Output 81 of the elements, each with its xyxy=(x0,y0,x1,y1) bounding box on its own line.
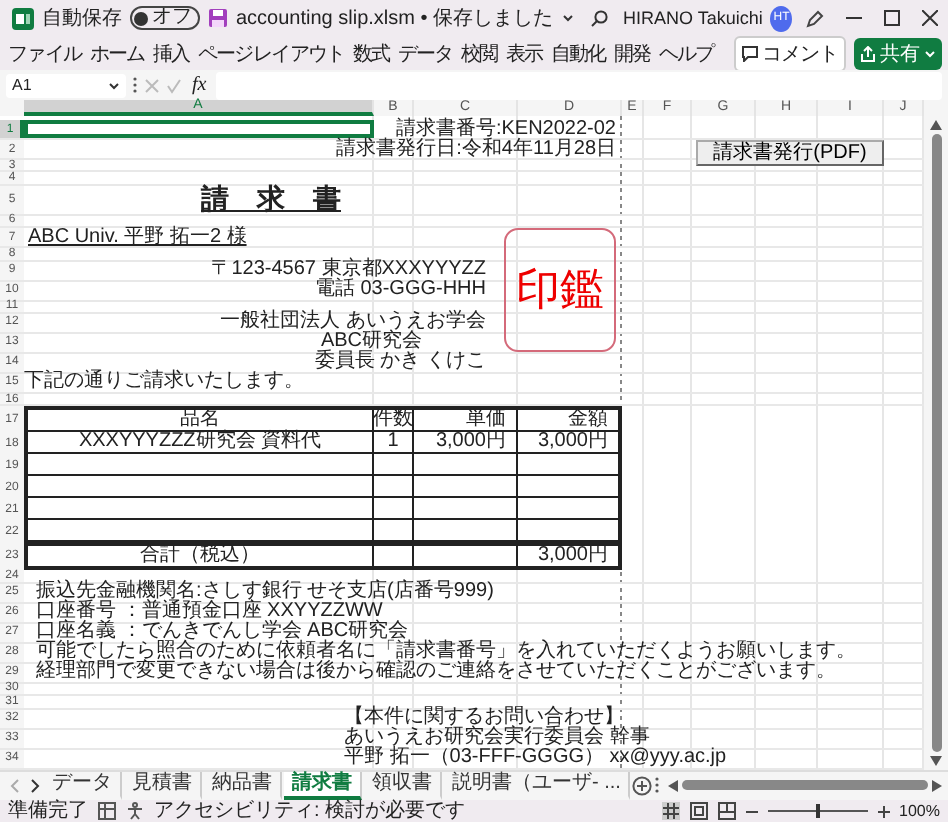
scroll-right-icon[interactable] xyxy=(932,779,942,792)
table-cell xyxy=(414,498,518,521)
add-sheet-icon[interactable] xyxy=(632,775,653,796)
menu-item[interactable]: 挿入 xyxy=(152,39,190,67)
table-cell xyxy=(518,520,622,543)
chevron-down-icon[interactable] xyxy=(561,12,574,24)
accessibility-icon[interactable] xyxy=(126,802,144,821)
spreadsheet-app-icon xyxy=(12,7,34,29)
table-cell xyxy=(518,476,622,499)
menu-item[interactable]: 校閲 xyxy=(460,39,498,67)
user-name: HIRANO Takuichi xyxy=(623,8,763,28)
formula-input[interactable] xyxy=(216,71,942,99)
normal-view-icon[interactable] xyxy=(661,802,680,821)
addressee-text: ABC Univ. 平野 拓一2 様 xyxy=(28,227,247,248)
pen-icon[interactable] xyxy=(806,9,825,27)
menu-item[interactable]: ページレイアウト xyxy=(197,39,345,67)
table-cell xyxy=(374,498,414,521)
close-icon[interactable] xyxy=(921,10,938,26)
name-box[interactable]: A1 xyxy=(6,73,126,97)
save-icon[interactable] xyxy=(208,8,228,28)
sender-text: 委員長 かき くけこ xyxy=(314,352,486,373)
more-icon[interactable] xyxy=(132,76,138,94)
insert-function-button[interactable]: fx xyxy=(188,74,211,96)
table-cell: 1 xyxy=(374,432,414,455)
status-text: 準備完了 xyxy=(8,800,88,822)
menu-item[interactable]: 表示 xyxy=(505,39,543,67)
share-icon xyxy=(860,45,876,61)
maximize-icon[interactable] xyxy=(883,10,900,26)
horizontal-scrollbar-thumb[interactable] xyxy=(682,780,928,791)
menu-item[interactable]: 自動化 xyxy=(550,39,606,67)
more-icon[interactable] xyxy=(654,776,661,795)
accessibility-status[interactable]: アクセシビリティ: 検討が必要です xyxy=(154,800,466,822)
caret-icon xyxy=(924,47,936,59)
sender-text: 電話 03-GGG-HHH xyxy=(314,280,486,301)
table-cell xyxy=(414,454,518,477)
table-cell xyxy=(414,520,518,543)
autosave-label: 自動保存 xyxy=(42,7,122,29)
contact-text: 平野 拓一（03-FFF-GGGG） xx@yyy.ac.jp xyxy=(344,748,727,769)
zoom-slider-thumb[interactable] xyxy=(815,804,820,819)
note-text: 経理部門で変更できない場合は後から確認のご連絡をさせていただくことがございます。 xyxy=(36,662,836,683)
scroll-up-icon[interactable] xyxy=(930,120,942,130)
lead-text: 下記の通りご請求いたします。 xyxy=(24,372,304,393)
chevron-right-icon[interactable] xyxy=(26,777,42,794)
zoom-out-icon[interactable] xyxy=(745,805,758,818)
menu-item[interactable]: ヘルプ xyxy=(658,39,714,67)
table-cell xyxy=(374,520,414,543)
issue-invoice-button[interactable]: 請求書発行(PDF) xyxy=(696,140,884,166)
zoom-level[interactable]: 100% xyxy=(899,802,940,821)
comment-icon xyxy=(742,45,758,61)
menu-item[interactable]: 数式 xyxy=(352,39,390,67)
invoice-info: 請求書番号:KEN2022-02 xyxy=(395,119,618,139)
search-icon[interactable] xyxy=(589,9,608,27)
table-cell xyxy=(414,542,518,571)
table-cell xyxy=(374,542,414,571)
sender-text: 一般社団法人 あいうえお学会 xyxy=(220,312,486,333)
menu-item[interactable]: データ xyxy=(397,39,453,67)
menu-item[interactable]: 開発 xyxy=(613,39,651,67)
invoice-info: 請求書発行日:令和4年11月28日 xyxy=(336,139,618,159)
active-cell[interactable] xyxy=(24,120,374,138)
table-cell xyxy=(518,454,622,477)
vertical-scrollbar-thumb[interactable] xyxy=(931,134,941,752)
contact-text: あいうえお研究会実行委員会 幹事 xyxy=(344,728,650,749)
invoice-title: 請 求 書 xyxy=(201,184,341,215)
caret-icon xyxy=(108,79,120,91)
menu-item[interactable]: ファイル xyxy=(8,39,82,67)
table-cell xyxy=(518,498,622,521)
seal-stamp: 印鑑 xyxy=(504,228,616,352)
sheet-tab[interactable]: 請求書 xyxy=(284,771,362,800)
autosave-toggle[interactable]: オフ xyxy=(130,6,200,30)
table-cell xyxy=(374,476,414,499)
page-layout-icon[interactable] xyxy=(689,802,708,821)
check-icon[interactable] xyxy=(166,77,182,93)
file-name[interactable]: accounting slip.xlsm • 保存しました xyxy=(236,4,554,32)
share-button[interactable]: 共有 xyxy=(854,37,942,69)
comment-button[interactable]: コメント xyxy=(734,35,846,71)
table-cell xyxy=(374,454,414,477)
menu-item[interactable]: ホーム xyxy=(89,39,145,67)
table-cell xyxy=(414,476,518,499)
zoom-in-icon[interactable] xyxy=(877,805,890,818)
page-break-icon[interactable] xyxy=(717,802,736,821)
sheet-grid-icon[interactable] xyxy=(98,802,116,821)
